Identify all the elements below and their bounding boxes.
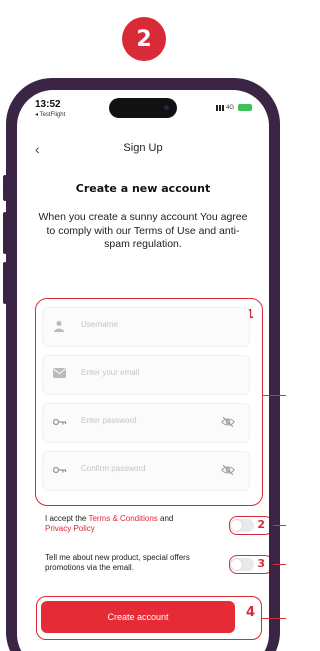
callout-2: 2 [257, 518, 265, 531]
back-to-testflight[interactable]: ◂ TestFlight [35, 111, 65, 118]
phone-side-button [3, 262, 7, 304]
callout-3-leader [273, 564, 286, 566]
newsletter-row: Tell me about new product, special offer… [45, 553, 230, 573]
dynamic-island [109, 98, 177, 118]
terms-notice: When you create a sunny account You agre… [38, 211, 248, 250]
nav-bar: ‹ Sign Up [17, 138, 269, 160]
signal-icon [216, 104, 224, 111]
newsletter-toggle[interactable] [230, 558, 254, 571]
signal-area: 4G [216, 104, 253, 111]
callout-4: 4 [245, 605, 255, 620]
newsletter-text: Tell me about new product, special offer… [45, 553, 190, 572]
phone-screen: 13:52 ◂ TestFlight 4G ‹ Sign Up Create a… [17, 90, 269, 651]
password-input[interactable] [81, 416, 211, 425]
username-input[interactable] [81, 320, 211, 329]
page-title: Sign Up [123, 142, 163, 154]
create-account-wrapper: Create account 4 [36, 596, 262, 640]
phone-side-button [3, 212, 7, 254]
network-label: 4G [226, 104, 235, 111]
eye-off-icon[interactable] [221, 416, 235, 431]
section-heading: Create a new account [75, 182, 211, 195]
username-field [42, 307, 250, 347]
user-icon [53, 320, 67, 334]
accept-toggle[interactable] [230, 519, 254, 532]
email-field [42, 355, 250, 395]
privacy-link[interactable]: Privacy Policy [45, 524, 95, 533]
status-bar: 13:52 ◂ TestFlight 4G [17, 90, 269, 124]
key-icon [52, 416, 67, 430]
battery-icon [238, 104, 253, 111]
confirm-password-field [42, 451, 250, 491]
mail-icon [53, 368, 67, 382]
create-account-button[interactable]: Create account [41, 601, 235, 633]
callout-2-leader [273, 525, 286, 527]
step-badge: 2 [122, 17, 166, 61]
callout-1-leader [263, 395, 286, 397]
form-fields-group: 1 [35, 298, 263, 506]
accept-and: and [157, 514, 174, 523]
email-input[interactable] [81, 368, 211, 377]
confirm-password-input[interactable] [81, 464, 211, 473]
key-icon [52, 464, 67, 478]
eye-off-icon[interactable] [221, 464, 235, 479]
terms-link[interactable]: Terms & Conditions [88, 514, 157, 523]
callout-3: 3 [257, 557, 265, 570]
status-time: 13:52 [35, 99, 61, 110]
callout-4-leader [262, 618, 286, 620]
password-field [42, 403, 250, 443]
accept-terms-row: I accept the Terms & Conditions and Priv… [45, 514, 225, 534]
phone-side-button [3, 175, 7, 201]
camera-dot [164, 105, 169, 110]
accept-prefix: I accept the [45, 514, 89, 523]
